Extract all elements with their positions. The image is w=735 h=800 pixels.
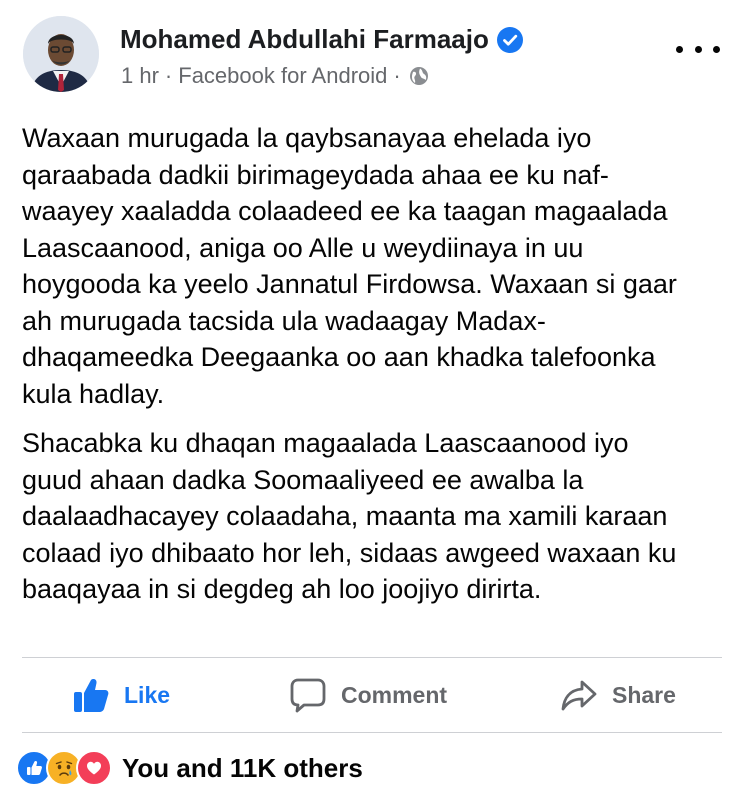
post-paragraph: Shacabka ku dhaqan magaalada Laascaanood… (22, 428, 677, 604)
post-time[interactable]: 1 hr (121, 63, 159, 89)
reactions-count[interactable]: You and 11K others (122, 753, 363, 784)
verified-badge-icon (496, 26, 523, 53)
comment-button[interactable]: Comment (289, 660, 447, 730)
post-meta: 1 hr · Facebook for Android · (121, 63, 429, 89)
love-reaction-icon (76, 750, 112, 786)
globe-icon (409, 67, 428, 85)
author-name-text[interactable]: Mohamed Abdullahi Farmaajo (120, 24, 489, 55)
share-button[interactable]: Share (560, 660, 676, 730)
more-options-button[interactable] (676, 34, 720, 64)
share-label: Share (612, 681, 676, 708)
like-button[interactable]: Like (72, 660, 170, 730)
post-header: Mohamed Abdullahi Farmaajo 1 hr · Facebo… (0, 0, 735, 110)
post-source: Facebook for Android (178, 63, 388, 88)
meta-separator-2: · (393, 63, 401, 88)
more-dot-icon (694, 45, 702, 53)
post-paragraph: Waxaan murugada la qaybsanayaa ehelada i… (22, 123, 677, 409)
more-dot-icon (713, 45, 720, 53)
meta-separator: · (164, 63, 173, 88)
share-arrow-icon (561, 680, 597, 711)
reactions-summary[interactable]: You and 11K others (16, 748, 363, 788)
comment-bubble-icon (290, 678, 326, 713)
post-text: Waxaan murugada la qaybsanayaa ehelada i… (22, 120, 722, 608)
more-dot-icon (676, 45, 683, 53)
like-label: Like (124, 681, 171, 708)
thumbs-up-icon (74, 679, 109, 712)
comment-label: Comment (341, 681, 448, 708)
author-name[interactable]: Mohamed Abdullahi Farmaajo (120, 24, 523, 55)
actions-divider-bottom (22, 732, 722, 733)
post-actions-bar: Like Comment Share (0, 660, 735, 730)
actions-divider-top (22, 657, 722, 658)
avatar-photo (23, 16, 99, 92)
author-avatar[interactable] (23, 16, 99, 92)
